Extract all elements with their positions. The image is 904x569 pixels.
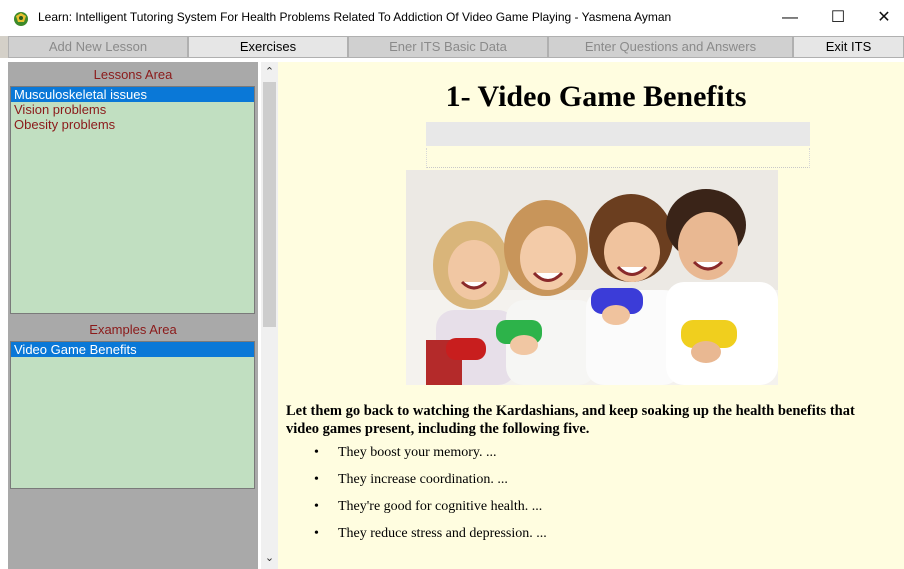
media-placeholder — [426, 122, 810, 146]
lessons-area-title: Lessons Area — [93, 67, 173, 82]
bullet-icon: • — [314, 526, 319, 541]
close-button[interactable]: ✕ — [864, 4, 904, 32]
enter-basic-data-button[interactable]: Ener ITS Basic Data — [348, 36, 548, 58]
list-item: • They increase coordination. ... — [308, 471, 547, 498]
lesson-item-vision[interactable]: Vision problems — [11, 102, 254, 117]
lesson-intro-text: Let them go back to watching the Kardash… — [286, 403, 855, 437]
examples-area-title: Examples Area — [89, 322, 177, 337]
family-gaming-photo — [406, 170, 778, 385]
benefit-text: They're good for cognitive health. ... — [338, 499, 543, 514]
examples-list[interactable]: Video Game Benefits — [10, 341, 255, 489]
lesson-item-musculoskeletal[interactable]: Musculoskeletal issues — [11, 87, 254, 102]
benefit-text: They boost your memory. ... — [338, 445, 497, 460]
exercises-button[interactable]: Exercises — [188, 36, 348, 58]
add-new-lesson-button[interactable]: Add New Lesson — [8, 36, 188, 58]
maximize-button[interactable]: ☐ — [818, 4, 858, 32]
benefit-text: They increase coordination. ... — [338, 472, 508, 487]
list-item: • They boost your memory. ... — [308, 444, 547, 471]
lessons-list[interactable]: Musculoskeletal issues Vision problems O… — [10, 86, 255, 314]
enter-questions-answers-button[interactable]: Enter Questions and Answers — [548, 36, 793, 58]
example-item-video-game-benefits[interactable]: Video Game Benefits — [11, 342, 254, 357]
lesson-content: 1- Video Game Benefits Let them go back … — [278, 62, 904, 569]
list-item: • They're good for cognitive health. ... — [308, 498, 547, 525]
app-logo-icon — [14, 12, 28, 26]
exit-its-button[interactable]: Exit ITS — [793, 36, 904, 58]
bullet-icon: • — [314, 499, 319, 514]
scroll-thumb[interactable] — [263, 82, 276, 327]
lesson-item-obesity[interactable]: Obesity problems — [11, 117, 254, 132]
scroll-down-icon[interactable]: ⌄ — [261, 550, 278, 567]
lesson-heading: 1- Video Game Benefits — [445, 80, 747, 113]
content-scrollbar[interactable]: ⌃ ⌄ — [261, 62, 278, 569]
minimize-button[interactable]: — — [770, 4, 810, 32]
caption-placeholder — [426, 148, 810, 168]
scroll-up-icon[interactable]: ⌃ — [261, 64, 278, 81]
bullet-icon: • — [314, 472, 319, 487]
bullet-icon: • — [314, 445, 319, 460]
window-title: Learn: Intelligent Tutoring System For H… — [38, 10, 672, 24]
benefit-text: They reduce stress and depression. ... — [338, 526, 547, 541]
list-item: • They reduce stress and depression. ... — [308, 525, 547, 552]
title-bar: Learn: Intelligent Tutoring System For H… — [0, 0, 904, 36]
benefits-list: • They boost your memory. ... • They incre… — [308, 444, 547, 552]
